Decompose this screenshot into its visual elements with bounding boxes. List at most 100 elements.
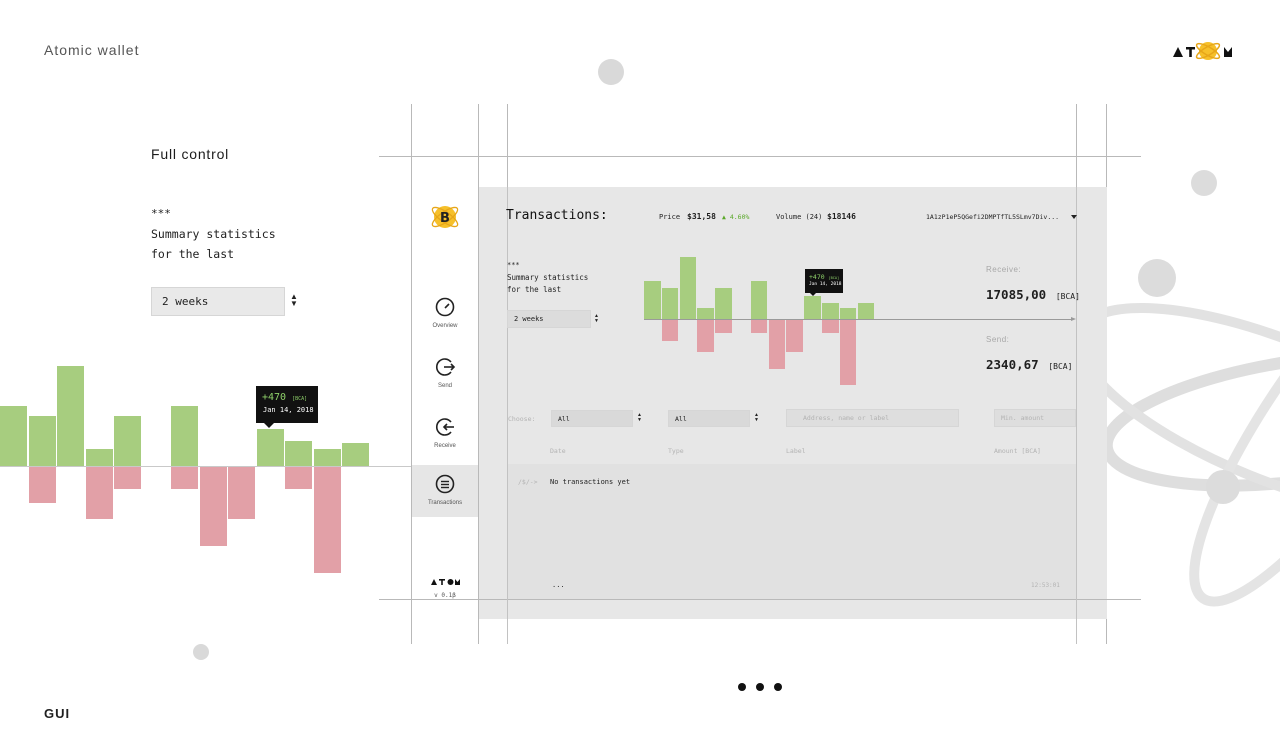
small-chart-baseline bbox=[644, 319, 1072, 320]
send-bar[interactable] bbox=[697, 319, 714, 352]
receive-bar[interactable] bbox=[28, 416, 56, 466]
receive-bar[interactable] bbox=[644, 281, 661, 319]
list-circle-icon bbox=[434, 473, 456, 495]
column-header-label[interactable]: Label bbox=[786, 447, 806, 455]
send-bar[interactable] bbox=[715, 319, 732, 333]
send-bar[interactable] bbox=[313, 466, 341, 573]
filter-select-1[interactable]: All bbox=[551, 410, 633, 427]
send-bar[interactable] bbox=[85, 466, 113, 519]
send-bar[interactable] bbox=[822, 319, 839, 333]
small-tooltip-unit: [BCA] bbox=[828, 276, 840, 280]
send-bar[interactable] bbox=[786, 319, 803, 352]
receive-bar[interactable] bbox=[256, 429, 284, 466]
atom-orbits-decoration bbox=[1105, 213, 1280, 607]
receive-bar[interactable] bbox=[715, 288, 732, 319]
send-bar[interactable] bbox=[750, 319, 768, 333]
send-bar[interactable] bbox=[228, 466, 255, 519]
guide-line bbox=[1076, 187, 1077, 644]
small-tooltip-date: Jan 14, 2018 bbox=[809, 282, 842, 287]
empty-state-text: No transactions yet bbox=[550, 478, 631, 486]
big-chart-baseline bbox=[0, 466, 412, 467]
volume-label: Volume (24) bbox=[776, 213, 823, 221]
receive-bar[interactable] bbox=[661, 288, 679, 319]
address-search-input[interactable]: Address, name or label bbox=[786, 409, 959, 427]
sidebar-version: v 0.1β bbox=[434, 592, 456, 599]
receive-bar[interactable] bbox=[822, 303, 839, 319]
period-stepper-icon[interactable]: ▲ ▼ bbox=[290, 293, 298, 308]
send-bar[interactable] bbox=[28, 466, 56, 503]
guide-line bbox=[379, 599, 1141, 600]
sidebar-item-label: Transactions bbox=[427, 500, 463, 506]
send-bar[interactable] bbox=[171, 466, 198, 489]
big-chart-tooltip: +470 [BCA] Jan 14, 2018 bbox=[256, 386, 318, 428]
receive-bar[interactable] bbox=[313, 449, 341, 466]
receive-bar[interactable] bbox=[750, 281, 768, 319]
receive-bar[interactable] bbox=[697, 308, 714, 319]
receive-bar[interactable] bbox=[679, 257, 697, 319]
address-search-placeholder: Address, name or label bbox=[803, 414, 890, 422]
receive-bar[interactable] bbox=[804, 296, 821, 319]
guide-line bbox=[379, 156, 1141, 157]
small-chart-tooltip: +470 [BCA] Jan 14, 2018 bbox=[805, 269, 843, 296]
summary-period-stepper-icon[interactable]: ▲ ▼ bbox=[594, 314, 599, 324]
send-bar[interactable] bbox=[285, 466, 312, 489]
intro-heading: Full control bbox=[151, 146, 230, 162]
choose-label: Choose: bbox=[508, 415, 536, 423]
carousel-dot[interactable] bbox=[756, 683, 764, 691]
receive-bar[interactable] bbox=[342, 443, 369, 466]
atom-logo bbox=[1172, 38, 1238, 66]
speedometer-icon bbox=[434, 296, 456, 318]
intro-summary-line1: Summary statistics bbox=[151, 227, 276, 241]
send-bar[interactable] bbox=[839, 319, 857, 385]
column-header-type[interactable]: Type bbox=[668, 447, 684, 455]
more-ellipsis[interactable]: ... bbox=[552, 581, 565, 589]
sidebar-item-label: Send bbox=[437, 383, 452, 389]
sidebar-item-overview[interactable]: Overview bbox=[412, 288, 478, 344]
small-chart-axis-arrow bbox=[1071, 317, 1076, 321]
receive-total: 17085,00 [BCA] bbox=[986, 284, 1080, 303]
receive-bar[interactable] bbox=[114, 416, 141, 466]
carousel-dot[interactable] bbox=[738, 683, 746, 691]
receive-bar[interactable] bbox=[285, 441, 312, 466]
carousel-dot[interactable] bbox=[774, 683, 782, 691]
receive-arrow-icon bbox=[434, 416, 456, 438]
min-amount-input[interactable]: Min. amount bbox=[994, 409, 1076, 427]
wallet-address[interactable]: 1A1zP1eP5QGefi2DMPTfTL5SLmv7Div... bbox=[926, 213, 1059, 221]
receive-bar[interactable] bbox=[57, 366, 84, 466]
send-bar[interactable] bbox=[768, 319, 786, 369]
column-header-date[interactable]: Date bbox=[550, 447, 566, 455]
receive-label: Receive: bbox=[986, 265, 1022, 274]
send-value: 2340,67 bbox=[986, 357, 1039, 372]
intro-summary-line2: for the last bbox=[151, 247, 235, 261]
coin-logo-icon[interactable]: B bbox=[428, 200, 462, 234]
decor-dot bbox=[598, 59, 624, 85]
send-arrow-icon bbox=[434, 356, 456, 378]
send-bar[interactable] bbox=[661, 319, 679, 341]
intro-stars: *** bbox=[151, 207, 171, 220]
sidebar-item-send[interactable]: Send bbox=[412, 348, 478, 404]
receive-bar[interactable] bbox=[839, 308, 857, 319]
period-select[interactable]: 2 weeks bbox=[151, 287, 285, 316]
send-total: 2340,67 [BCA] bbox=[986, 354, 1072, 373]
sidebar-item-label: Overview bbox=[432, 323, 458, 329]
column-header-amount[interactable]: Amount [BCA] bbox=[994, 447, 1041, 455]
receive-bar[interactable] bbox=[857, 303, 875, 319]
send-bar[interactable] bbox=[199, 466, 227, 546]
volume-value: $18146 bbox=[827, 212, 856, 221]
receive-bar[interactable] bbox=[0, 406, 27, 466]
receive-bar[interactable] bbox=[85, 449, 113, 466]
filter-stepper-icon[interactable]: ▲ ▼ bbox=[754, 413, 759, 423]
summary-period-value: 2 weeks bbox=[514, 315, 544, 323]
small-tooltip-value: +470 bbox=[809, 273, 825, 281]
page-title: Atomic wallet bbox=[44, 42, 140, 58]
sidebar-item-receive[interactable]: Receive bbox=[412, 408, 478, 464]
sidebar-item-transactions[interactable]: Transactions bbox=[412, 465, 478, 517]
filter-select-2[interactable]: All bbox=[668, 410, 750, 427]
summary-period-select[interactable]: 2 weeks bbox=[507, 310, 591, 328]
decor-dot bbox=[193, 644, 209, 660]
receive-value: 17085,00 bbox=[986, 287, 1047, 302]
receive-bar[interactable] bbox=[171, 406, 198, 466]
send-bar[interactable] bbox=[114, 466, 141, 489]
chevron-down-icon[interactable] bbox=[1071, 215, 1077, 219]
filter-stepper-icon[interactable]: ▲ ▼ bbox=[637, 413, 642, 423]
